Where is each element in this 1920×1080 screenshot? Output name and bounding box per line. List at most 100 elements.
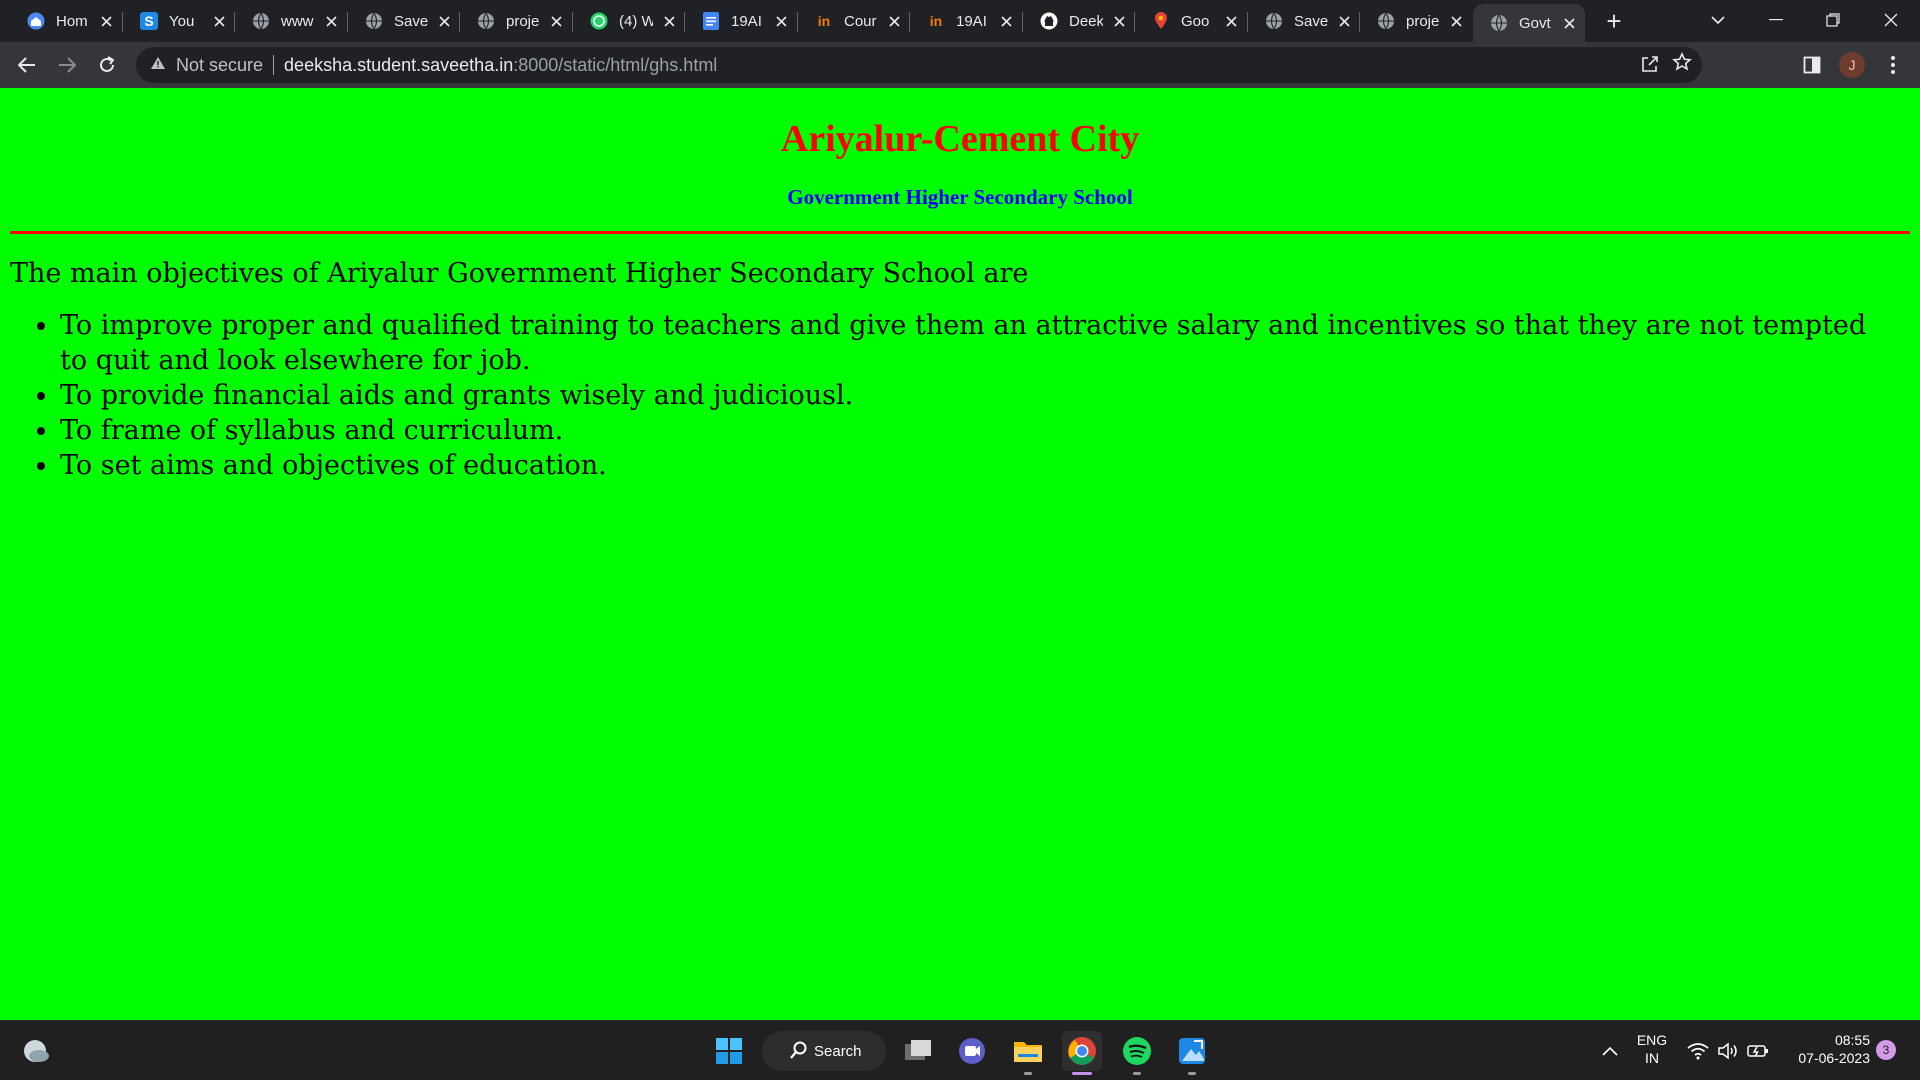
- clock-date: 07-06-2023: [1798, 1050, 1870, 1066]
- url-host[interactable]: deeksha.student.saveetha.in: [284, 55, 513, 76]
- tab[interactable]: in Cour: [798, 4, 910, 38]
- tab[interactable]: Hom: [10, 4, 122, 38]
- page-title: Ariyalur-Cement City: [780, 118, 1140, 160]
- svg-text:in: in: [818, 14, 830, 28]
- tab-title: Cour: [844, 12, 877, 30]
- close-icon[interactable]: [996, 11, 1016, 31]
- close-icon[interactable]: [546, 11, 566, 31]
- list-item: To improve proper and qualified training…: [60, 308, 1920, 378]
- globe-icon: [1264, 11, 1284, 31]
- tab[interactable]: proje: [460, 4, 572, 38]
- close-icon[interactable]: [1221, 11, 1241, 31]
- side-panel-icon[interactable]: [1795, 48, 1829, 82]
- tab[interactable]: (4) W: [573, 4, 685, 38]
- list-item: To set aims and objectives of education.: [60, 448, 1920, 483]
- close-icon[interactable]: [771, 11, 791, 31]
- tab[interactable]: Deek: [1023, 4, 1135, 38]
- running-indicator: [1024, 1072, 1032, 1075]
- language-indicator[interactable]: ENG IN: [1632, 1031, 1672, 1067]
- tab[interactable]: Save: [348, 4, 460, 38]
- battery-icon[interactable]: [1738, 1031, 1778, 1071]
- close-icon[interactable]: [96, 11, 116, 31]
- tab-title: Govt: [1519, 14, 1551, 32]
- security-status-label[interactable]: Not secure: [176, 55, 263, 76]
- bookmark-star-icon[interactable]: [1672, 52, 1692, 78]
- globe-icon: [476, 11, 496, 31]
- minimize-button[interactable]: [1748, 0, 1804, 40]
- teams-chat-icon[interactable]: [952, 1031, 992, 1071]
- tab[interactable]: in 19AI: [910, 4, 1022, 38]
- close-icon[interactable]: [1559, 13, 1579, 33]
- tab-title: Save: [394, 12, 428, 30]
- tab[interactable]: 19AI: [685, 4, 797, 38]
- spotify-icon[interactable]: [1117, 1031, 1157, 1075]
- close-icon[interactable]: [1334, 11, 1354, 31]
- tab-title: 19AI: [956, 12, 987, 30]
- menu-kebab-icon[interactable]: [1876, 48, 1910, 82]
- windows-taskbar: Search ENG IN 08:55 07-06-2023: [0, 1020, 1920, 1080]
- restore-button[interactable]: [1805, 0, 1861, 40]
- maps-pin-icon: [1151, 11, 1171, 31]
- close-icon[interactable]: [321, 11, 341, 31]
- running-indicator: [1133, 1072, 1141, 1075]
- warning-triangle-icon[interactable]: [150, 56, 166, 75]
- profile-avatar[interactable]: J: [1835, 48, 1869, 82]
- clock[interactable]: 08:55 07-06-2023: [1780, 1031, 1870, 1067]
- page-subtitle: Government Higher Secondary School: [787, 185, 1133, 209]
- url-path[interactable]: :8000/static/html/ghs.html: [513, 55, 717, 76]
- clock-time: 08:55: [1834, 1032, 1870, 1048]
- tab[interactable]: Govt: [1473, 4, 1585, 42]
- tab-separator: [1022, 12, 1023, 32]
- close-icon[interactable]: [1109, 11, 1129, 31]
- tab-separator: [459, 12, 460, 32]
- address-bar[interactable]: Not secure deeksha.student.saveetha.in :…: [136, 47, 1702, 83]
- close-icon[interactable]: [884, 11, 904, 31]
- file-explorer-icon[interactable]: [1008, 1031, 1048, 1075]
- list-item: To provide financial aids and grants wis…: [60, 378, 1920, 413]
- close-icon[interactable]: [209, 11, 229, 31]
- taskbar-search-button[interactable]: Search: [762, 1031, 886, 1071]
- search-icon: [790, 1041, 807, 1059]
- objectives-list: To improve proper and qualified training…: [60, 308, 1920, 483]
- globe-icon: [251, 11, 271, 31]
- in-logo-icon: in: [814, 11, 834, 31]
- tab-title: Goo: [1181, 12, 1210, 30]
- share-icon[interactable]: [1640, 54, 1660, 79]
- notification-count-badge[interactable]: 3: [1876, 1040, 1896, 1060]
- show-hidden-icons-chevron-icon[interactable]: [1590, 1031, 1630, 1071]
- tab-separator: [797, 12, 798, 32]
- s-letter-icon: S: [139, 11, 159, 31]
- task-view-icon[interactable]: [898, 1031, 938, 1071]
- tab-separator: [1247, 12, 1248, 32]
- tab[interactable]: Save: [1248, 4, 1360, 38]
- close-window-button[interactable]: [1863, 0, 1919, 40]
- tab[interactable]: proje: [1360, 4, 1472, 38]
- tab[interactable]: Goo: [1135, 4, 1247, 38]
- active-indicator: [1072, 1072, 1092, 1075]
- close-icon[interactable]: [434, 11, 454, 31]
- back-button[interactable]: [10, 48, 44, 82]
- tab-title: Deek: [1069, 12, 1103, 30]
- svg-text:in: in: [930, 14, 942, 28]
- tab-search-chevron-icon[interactable]: [1690, 0, 1746, 40]
- page-viewport: Ariyalur-Cement City Government Higher S…: [0, 88, 1920, 1020]
- weather-icon[interactable]: [16, 1031, 56, 1071]
- start-windows-icon[interactable]: [709, 1031, 749, 1071]
- tab-separator: [122, 12, 123, 32]
- profile-initial[interactable]: J: [1839, 52, 1865, 78]
- close-icon[interactable]: [1446, 11, 1466, 31]
- tab-title: You: [169, 12, 195, 30]
- tab-title: proje: [1406, 12, 1440, 30]
- new-tab-button[interactable]: +: [1599, 6, 1629, 36]
- tab-strip: Hom S You www Save proje (4) W 19AI in Cour in 19AI…: [0, 0, 1920, 42]
- forward-button[interactable]: [50, 48, 84, 82]
- tab[interactable]: www: [235, 4, 347, 38]
- tab-separator: [572, 12, 573, 32]
- photos-app-icon[interactable]: [1172, 1031, 1212, 1075]
- chrome-icon[interactable]: [1062, 1031, 1102, 1075]
- horizontal-rule: [10, 231, 1910, 234]
- tab-title: proje: [506, 12, 540, 30]
- reload-button[interactable]: [90, 48, 124, 82]
- tab[interactable]: S You: [123, 4, 235, 38]
- close-icon[interactable]: [659, 11, 679, 31]
